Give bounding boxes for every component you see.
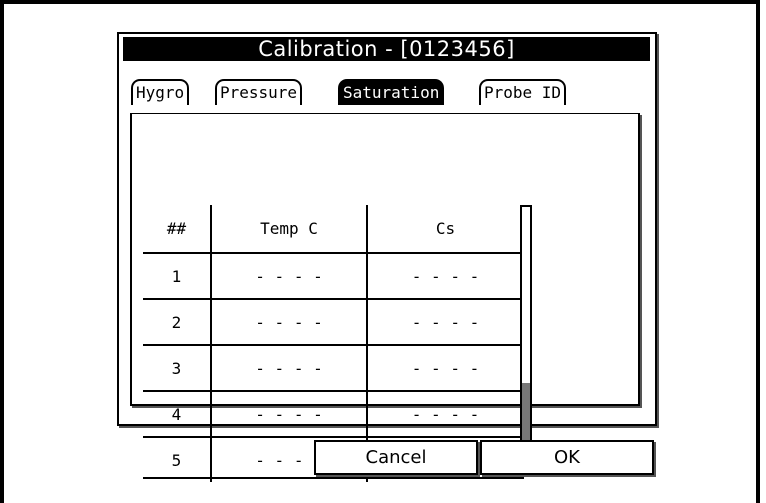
cs-cell[interactable]: - - - - [367,252,523,299]
tab-pressure[interactable]: Pressure [215,79,303,105]
cs-cell[interactable]: - - - - [367,344,523,391]
tab-panel: ## Temp C Cs 1 - - - - - - - - 2 - - - -… [130,113,640,482]
cs-cell[interactable]: - - - - [367,390,523,437]
temp-cell[interactable]: - - - - [211,344,368,391]
tab-saturation[interactable]: Saturation [338,79,445,105]
table-row[interactable]: 4 - - - - - - - - [143,390,523,437]
calibration-dialog: Calibration - [0123456] Hygro Pressure S… [117,32,657,482]
cs-cell[interactable]: - - - - [367,298,523,345]
temp-cell[interactable]: - - - - [211,252,368,299]
row-number: 3 [143,344,212,391]
row-number: 4 [143,390,212,437]
table-row[interactable]: 2 - - - - - - - - [143,298,523,345]
table-header-row: ## Temp C Cs [143,205,523,253]
column-header-cs: Cs [435,219,456,238]
dialog-title: Calibration - [0123456] [123,37,650,61]
ok-button[interactable]: OK [480,440,654,475]
temp-cell[interactable]: - - - - [211,390,368,437]
table-bottom-border [143,477,524,479]
row-number: 5 [143,436,212,482]
tab-probe-id[interactable]: Probe ID [479,79,567,105]
column-header-temp: Temp C [211,205,368,253]
cancel-button[interactable]: Cancel [314,440,478,475]
tab-hygro[interactable]: Hygro [131,79,190,105]
table-scrollbar[interactable] [520,205,532,473]
column-header-number: ## [143,205,212,253]
temp-cell[interactable]: - - - - [211,298,368,345]
row-number: 1 [143,252,212,299]
row-number: 2 [143,298,212,345]
table-row[interactable]: 3 - - - - - - - - [143,344,523,391]
table-row[interactable]: 1 - - - - - - - - [143,252,523,299]
